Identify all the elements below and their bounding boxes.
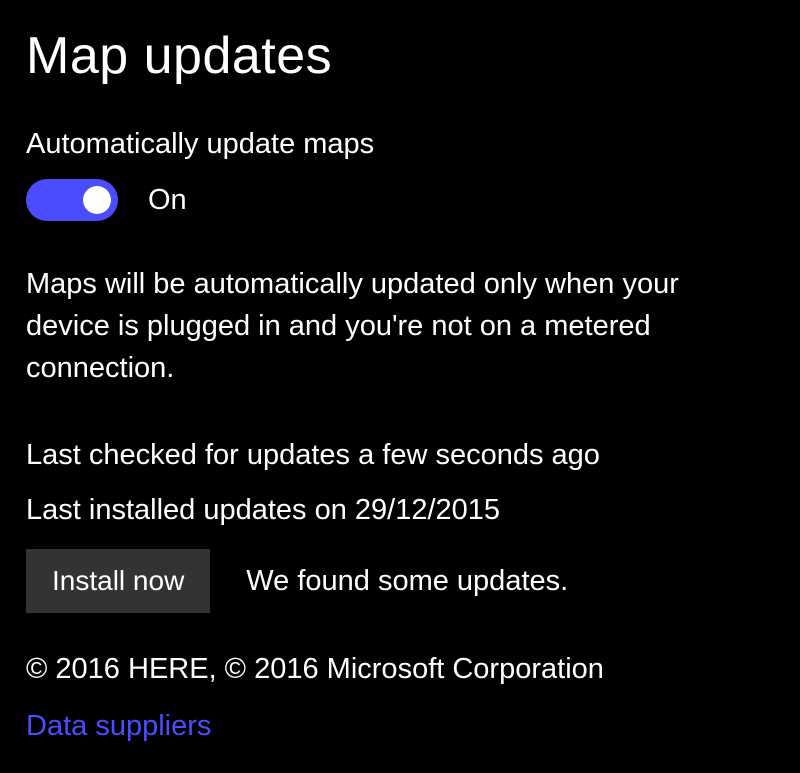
auto-update-toggle[interactable]: [26, 179, 118, 221]
data-suppliers-link[interactable]: Data suppliers: [26, 710, 211, 742]
install-row: Install now We found some updates.: [26, 549, 774, 613]
last-checked-status: Last checked for updates a few seconds a…: [26, 439, 774, 472]
auto-update-label: Automatically update maps: [26, 128, 774, 161]
auto-update-state-label: On: [148, 184, 187, 217]
auto-update-toggle-row: On: [26, 179, 774, 221]
install-now-button[interactable]: Install now: [26, 549, 210, 613]
auto-update-description: Maps will be automatically updated only …: [26, 263, 766, 389]
install-status-text: We found some updates.: [246, 565, 568, 598]
toggle-thumb-icon: [83, 186, 111, 214]
last-installed-status: Last installed updates on 29/12/2015: [26, 494, 774, 527]
copyright-text: © 2016 HERE, © 2016 Microsoft Corporatio…: [26, 653, 774, 686]
page-title: Map updates: [26, 26, 774, 86]
